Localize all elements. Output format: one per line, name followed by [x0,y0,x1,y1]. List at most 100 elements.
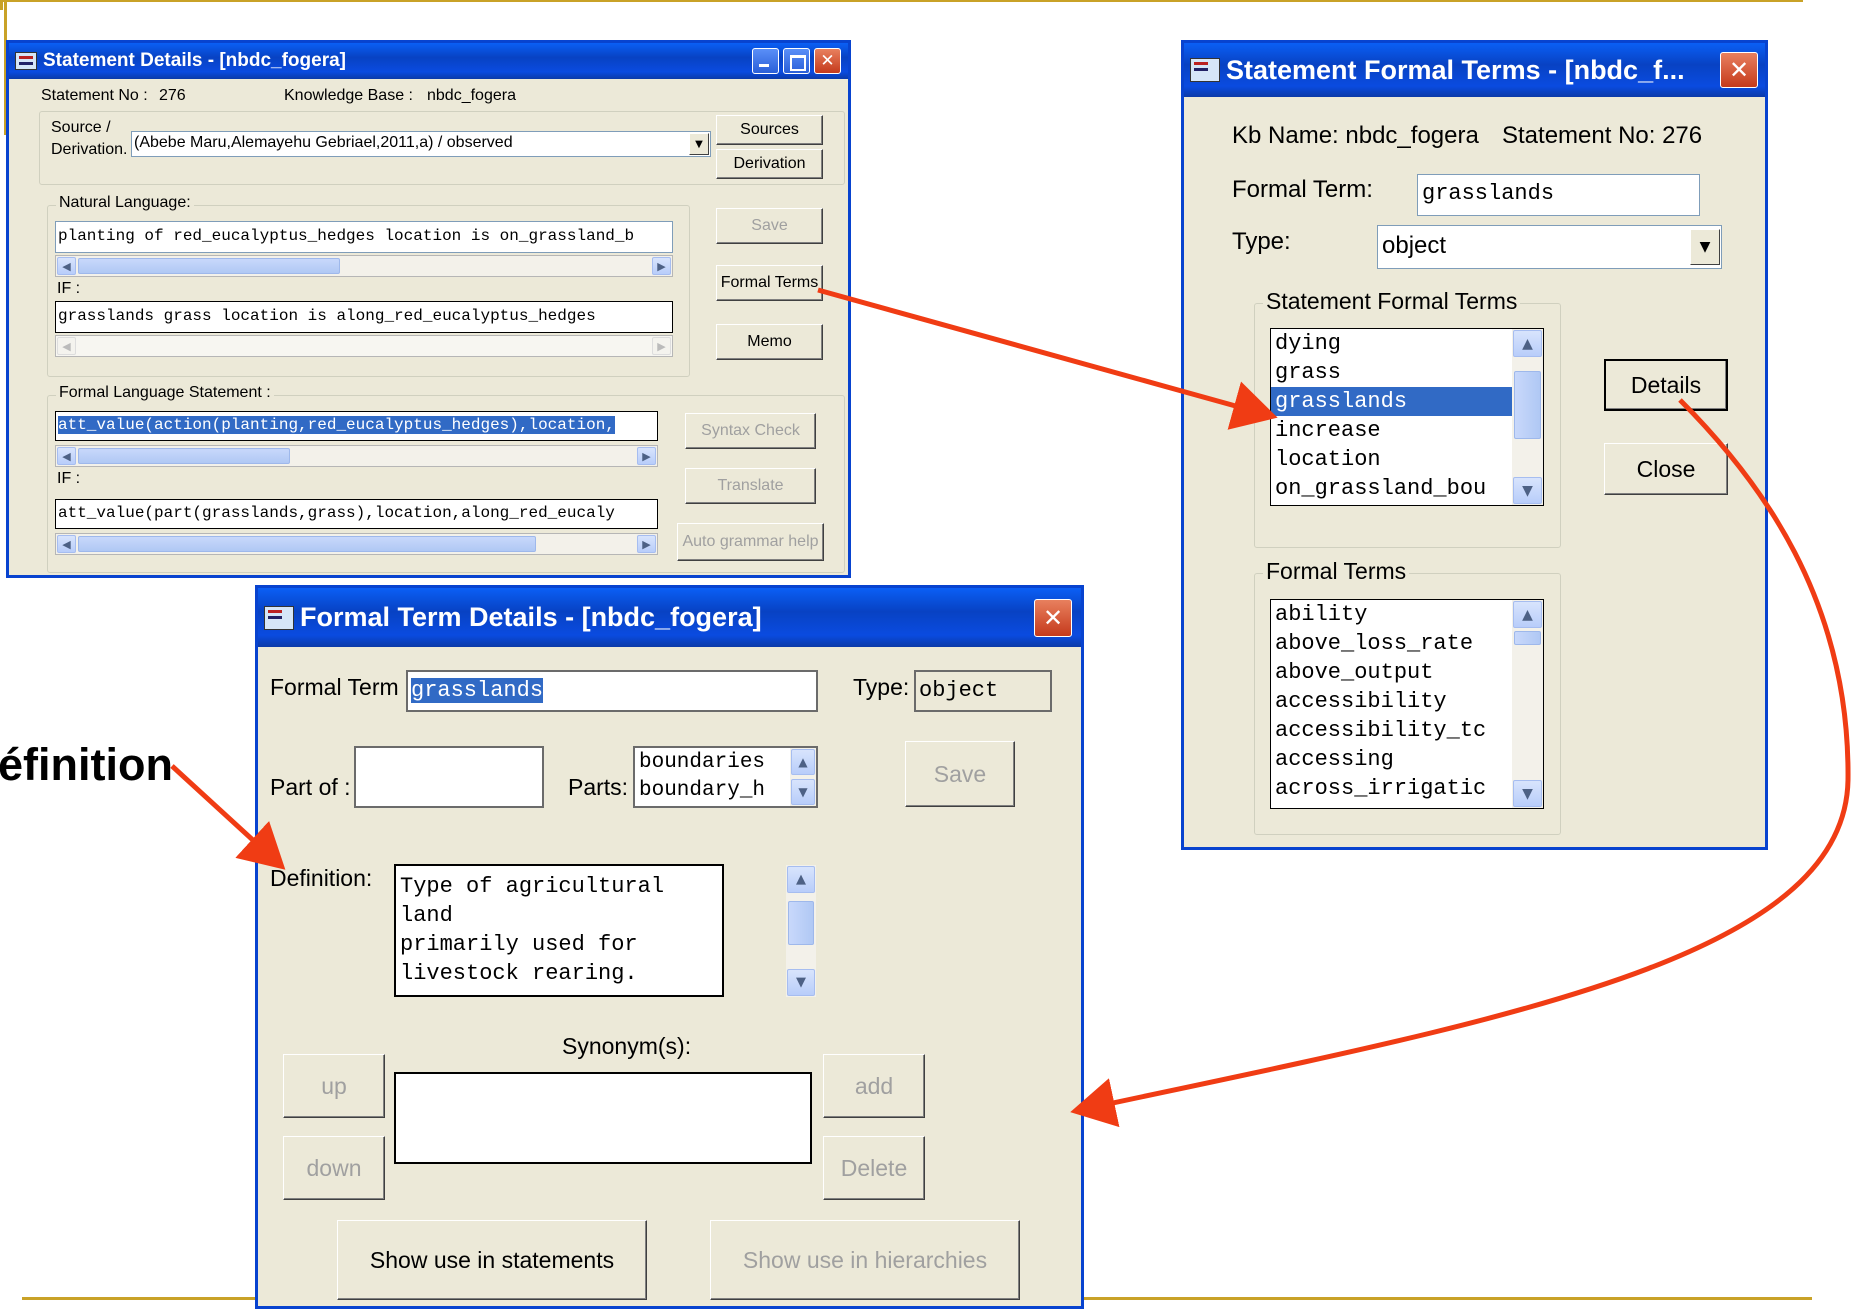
scroll-left-arrow[interactable]: ◀ [57,447,76,465]
fl-if-text-field[interactable]: att_value(part(grasslands,grass),locatio… [55,499,658,529]
save-button[interactable]: Save [716,208,823,244]
close-button[interactable]: ✕ [1720,52,1758,88]
sources-button[interactable]: Sources [716,115,823,145]
nl-text-field[interactable]: planting of red_eucalyptus_hedges locati… [55,221,673,253]
statement-terms-list[interactable]: dying grass grasslands increase location on_g… [1270,328,1544,506]
source-label: Source / [51,119,111,136]
formal-language-label: Formal Language Statement : [56,384,274,402]
kb-name-label: Kb Name: nbdc_fogera [1232,122,1479,149]
up-button[interactable]: up [283,1054,385,1118]
close-button[interactable]: ✕ [1034,599,1072,637]
memo-button[interactable]: Memo [716,324,823,360]
scroll-right-arrow[interactable]: ▶ [652,257,671,275]
derivation-button[interactable]: Derivation [716,149,823,179]
close-dialog-button[interactable]: Close [1604,443,1728,495]
maximize-button[interactable] [783,48,810,74]
window-title: Formal Term Details - [nbdc_fogera] [300,602,762,632]
formal-terms-vscroll[interactable]: ▲ ▼ [1512,600,1543,808]
list-item[interactable]: grasslands [1271,387,1543,416]
show-use-in-statements-button[interactable]: Show use in statements [337,1220,647,1300]
list-item[interactable]: boundaries [635,749,816,777]
formal-terms-button[interactable]: Formal Terms [716,265,823,301]
type-field: object [914,670,1052,712]
close-button[interactable]: ✕ [814,48,841,74]
list-item[interactable]: accessibility [1271,687,1543,716]
minimize-icon [759,64,769,67]
list-item[interactable]: across_irrigatic [1271,774,1543,803]
type-dropdown-arrow[interactable]: ▼ [1690,229,1720,265]
statement-terms-vscroll[interactable]: ▲ ▼ [1512,329,1543,505]
scroll-right-arrow[interactable]: ▶ [637,447,656,465]
list-item[interactable]: grass [1271,358,1543,387]
nl-if-hscroll[interactable]: ◀ ▶ [55,335,673,357]
formal-term-field[interactable]: grasslands [1417,174,1700,216]
scroll-up-arrow[interactable]: ▲ [1513,330,1542,357]
type-label: Type: [1232,228,1291,255]
list-item[interactable]: location [1271,445,1543,474]
list-item[interactable]: accessing [1271,745,1543,774]
list-item[interactable]: above_loss_rate [1271,629,1543,658]
parts-vscroll[interactable]: ▲ ▼ [790,748,816,806]
nl-if-text-field[interactable]: grasslands grass location is along_red_e… [55,301,673,333]
list-item[interactable]: boundary_h [635,777,816,805]
delete-button[interactable]: Delete [823,1136,925,1200]
source-dropdown-arrow[interactable]: ▼ [689,133,709,155]
scroll-right-arrow[interactable]: ▶ [652,337,671,355]
list-item[interactable]: accessibility_tc [1271,716,1543,745]
scroll-right-arrow[interactable]: ▶ [637,535,656,553]
scroll-down-arrow[interactable]: ▼ [791,779,815,805]
scroll-thumb[interactable] [1514,631,1541,645]
formal-terms-titlebar: Statement Formal Terms - [nbdc_f... ✕ [1184,43,1765,97]
definition-annotation: éfinition [0,739,173,790]
list-item[interactable]: ability [1271,600,1543,629]
formal-terms-list[interactable]: ability above_loss_rate above_output access… [1270,599,1544,809]
translate-button[interactable]: Translate [685,468,816,504]
scroll-left-arrow[interactable]: ◀ [57,257,76,275]
part-of-field[interactable] [354,746,544,808]
scroll-down-arrow[interactable]: ▼ [1513,780,1542,807]
list-item[interactable]: dying [1271,329,1543,358]
derivation-label: Derivation. [51,141,128,158]
scroll-thumb[interactable] [78,258,340,274]
fl-if-hscroll[interactable]: ◀ ▶ [55,533,658,555]
fl-text-field[interactable]: att_value(action(planting,red_eucalyptus… [55,411,658,441]
scroll-left-arrow[interactable]: ◀ [57,337,76,355]
scroll-up-arrow[interactable]: ▲ [1513,601,1542,628]
definition-label: Definition: [270,865,373,891]
list-item[interactable]: increase [1271,416,1543,445]
nl-if-label: IF : [57,280,81,297]
formal-term-details-window: Formal Term Details - [nbdc_fogera] ✕ Fo… [255,585,1084,1309]
part-of-label: Part of : [270,774,351,800]
scroll-thumb[interactable] [788,901,814,945]
statement-formal-terms-window: Statement Formal Terms - [nbdc_f... ✕ Kb… [1181,40,1768,850]
fl-hscroll[interactable]: ◀ ▶ [55,445,658,467]
synonyms-list[interactable] [394,1072,812,1164]
show-use-in-hierarchies-button[interactable]: Show use in hierarchies [710,1220,1020,1300]
definition-vscroll[interactable]: ▲ ▼ [786,865,816,997]
scroll-down-arrow[interactable]: ▼ [1513,477,1542,504]
details-button[interactable]: Details [1604,359,1728,411]
app-icon [1190,58,1220,82]
scroll-thumb[interactable] [78,536,536,552]
scroll-up-arrow[interactable]: ▲ [791,749,815,775]
down-button[interactable]: down [283,1136,385,1200]
scroll-up-arrow[interactable]: ▲ [787,866,815,893]
auto-grammar-button[interactable]: Auto grammar help [677,523,824,561]
close-icon: ✕ [1042,604,1064,632]
source-combo[interactable]: (Abebe Maru,Alemayehu Gebriael,2011,a) /… [131,131,711,157]
scroll-left-arrow[interactable]: ◀ [57,535,76,553]
scroll-down-arrow[interactable]: ▼ [787,969,815,996]
syntax-check-button[interactable]: Syntax Check [685,413,816,449]
scroll-thumb[interactable] [78,448,290,464]
scroll-thumb[interactable] [1514,371,1541,439]
save-button[interactable]: Save [905,741,1015,807]
statement-details-window: Statement Details - [nbdc_fogera] ✕ Stat… [6,40,851,578]
list-item[interactable]: above_output [1271,658,1543,687]
add-button[interactable]: add [823,1054,925,1118]
list-item[interactable]: on_grassland_bou [1271,474,1543,503]
formal-term-field[interactable]: grasslands [406,670,818,712]
type-combo[interactable]: object [1377,225,1722,269]
definition-textarea[interactable]: Type of agricultural land primarily used… [394,864,724,997]
minimize-button[interactable] [752,48,779,74]
nl-hscroll[interactable]: ◀ ▶ [55,255,673,277]
